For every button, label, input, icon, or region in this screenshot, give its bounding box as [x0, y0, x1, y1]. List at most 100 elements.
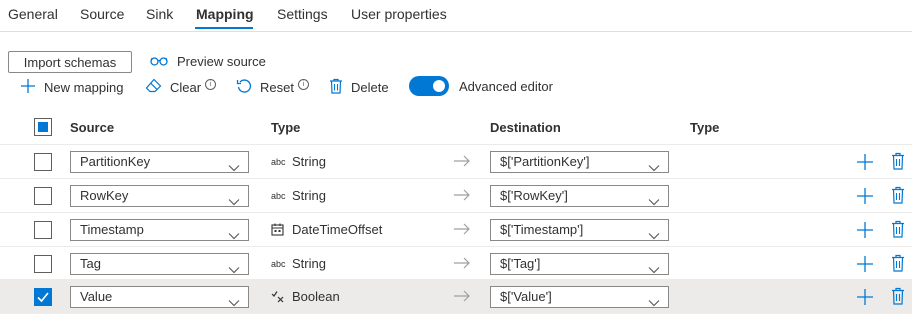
import-schemas-button[interactable]: Import schemas — [8, 51, 132, 73]
type-value: String — [292, 256, 326, 271]
tab-source[interactable]: Source — [80, 6, 124, 22]
destination-column-select[interactable]: $['Timestamp'] — [490, 219, 669, 241]
row-checkbox[interactable] — [34, 288, 52, 306]
source-value: Tag — [80, 256, 101, 271]
chevron-down-icon — [228, 226, 240, 246]
chevron-down-icon — [648, 192, 660, 212]
checkmark-icon — [37, 292, 49, 303]
delete-label: Delete — [351, 79, 389, 95]
clear-button[interactable]: Clear i — [145, 78, 217, 96]
type-value: String — [292, 154, 326, 169]
destination-type-column-header: Type — [690, 120, 720, 135]
new-mapping-button[interactable]: New mapping — [20, 78, 124, 96]
delete-mapping-icon[interactable] — [891, 152, 905, 173]
preview-source-button[interactable]: Preview source — [150, 54, 266, 69]
chevron-down-icon — [648, 158, 660, 178]
chevron-down-icon — [228, 260, 240, 280]
select-all-checkbox[interactable] — [34, 118, 52, 136]
delete-button[interactable]: Delete — [329, 78, 389, 96]
chevron-down-icon — [648, 260, 660, 280]
glasses-icon — [150, 54, 168, 69]
type-cell: Boolean — [271, 289, 340, 304]
type-cell: DateTimeOffset — [271, 222, 382, 237]
type-cell: abc String — [271, 188, 326, 203]
add-mapping-icon[interactable] — [856, 221, 874, 242]
chevron-down-icon — [648, 293, 660, 313]
eraser-icon — [145, 78, 162, 96]
string-type-icon: abc — [271, 258, 286, 269]
add-mapping-icon[interactable] — [856, 187, 874, 208]
string-type-icon: abc — [271, 190, 286, 201]
preview-source-label: Preview source — [177, 54, 266, 69]
chevron-down-icon — [228, 158, 240, 178]
plus-icon — [20, 78, 36, 97]
source-value: RowKey — [80, 188, 129, 203]
type-cell: abc String — [271, 154, 326, 169]
tab-user-properties[interactable]: User properties — [351, 6, 447, 22]
destination-column-select[interactable]: $['PartitionKey'] — [490, 151, 669, 173]
tab-sink[interactable]: Sink — [146, 6, 173, 22]
advanced-editor-toggle[interactable] — [409, 76, 449, 96]
delete-mapping-icon[interactable] — [891, 186, 905, 207]
add-mapping-icon[interactable] — [856, 288, 874, 309]
delete-mapping-icon[interactable] — [891, 287, 905, 308]
row-checkbox[interactable] — [34, 187, 52, 205]
mapping-row: Timestamp DateTimeOffset $['Timestamp'] — [0, 212, 912, 247]
tab-general[interactable]: General — [8, 6, 58, 22]
reset-button[interactable]: Reset i — [236, 78, 309, 96]
row-checkbox[interactable] — [34, 255, 52, 273]
arrow-right-icon — [453, 223, 471, 238]
delete-mapping-icon[interactable] — [891, 254, 905, 275]
chevron-down-icon — [228, 192, 240, 212]
advanced-editor-label: Advanced editor — [459, 79, 553, 94]
reset-info-icon[interactable]: i — [297, 78, 309, 90]
chevron-down-icon — [648, 226, 660, 246]
source-column-select[interactable]: PartitionKey — [70, 151, 249, 173]
row-checkbox[interactable] — [34, 153, 52, 171]
tab-bar: General Source Sink Mapping Settings Use… — [0, 0, 912, 32]
calendar-icon — [271, 223, 286, 236]
type-cell: abc String — [271, 256, 326, 271]
type-value: String — [292, 188, 326, 203]
string-type-icon: abc — [271, 156, 286, 167]
source-column-select[interactable]: RowKey — [70, 185, 249, 207]
source-value: PartitionKey — [80, 154, 151, 169]
boolean-icon — [271, 290, 286, 303]
source-column-header: Source — [70, 120, 115, 135]
source-column-select[interactable]: Tag — [70, 253, 249, 275]
type-column-header: Type — [271, 120, 301, 135]
arrow-right-icon — [453, 290, 471, 305]
tab-mapping[interactable]: Mapping — [196, 6, 254, 22]
type-value: DateTimeOffset — [292, 222, 383, 237]
delete-mapping-icon[interactable] — [891, 220, 905, 241]
reset-label: Reset — [260, 79, 294, 95]
mapping-row: Value Boolean $['Value'] — [0, 279, 912, 314]
mapping-row: Tag abc String $['Tag'] — [0, 246, 912, 281]
trash-icon — [329, 78, 343, 97]
arrow-right-icon — [453, 257, 471, 272]
destination-column-select[interactable]: $['Tag'] — [490, 253, 669, 275]
clear-label: Clear — [170, 79, 202, 95]
chevron-down-icon — [228, 293, 240, 313]
toggle-knob — [433, 80, 445, 92]
add-mapping-icon[interactable] — [856, 153, 874, 174]
mapping-row: PartitionKey abc String $['PartitionKey'] — [0, 144, 912, 179]
destination-value: $['PartitionKey'] — [500, 154, 590, 169]
row-checkbox[interactable] — [34, 221, 52, 239]
mapping-row: RowKey abc String $['RowKey'] — [0, 178, 912, 213]
add-mapping-icon[interactable] — [856, 255, 874, 276]
source-column-select[interactable]: Timestamp — [70, 219, 249, 241]
tab-settings[interactable]: Settings — [277, 6, 328, 22]
destination-column-select[interactable]: $['Value'] — [490, 286, 669, 308]
destination-column-header: Destination — [490, 120, 561, 135]
type-value: Boolean — [292, 289, 340, 304]
partial-check-indicator — [38, 122, 48, 132]
clear-info-icon[interactable]: i — [205, 78, 217, 90]
source-column-select[interactable]: Value — [70, 286, 249, 308]
source-value: Value — [80, 289, 113, 304]
destination-column-select[interactable]: $['RowKey'] — [490, 185, 669, 207]
reset-icon — [236, 78, 252, 97]
active-tab-indicator — [195, 27, 253, 29]
arrow-right-icon — [453, 189, 471, 204]
source-value: Timestamp — [80, 222, 144, 237]
